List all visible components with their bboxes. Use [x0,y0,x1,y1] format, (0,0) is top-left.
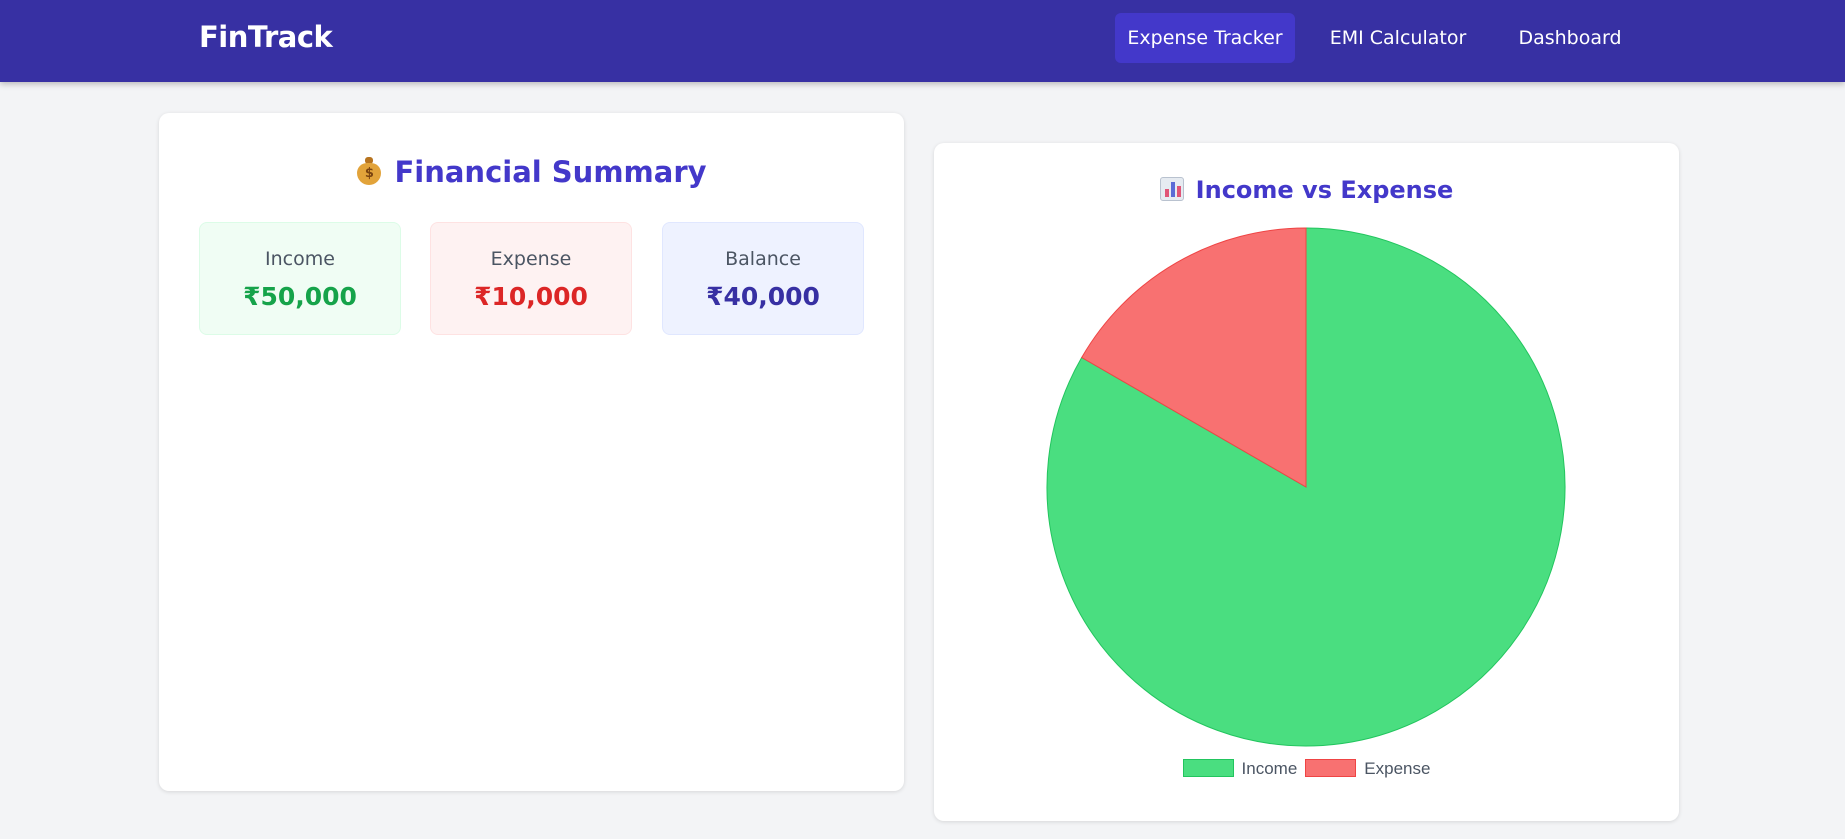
legend-label-expense: Expense [1364,759,1431,778]
financial-summary-card: $ Financial Summary Income ₹50,000 Expen… [159,113,904,791]
expense-stat-label: Expense [490,248,572,270]
legend-swatch-income [1182,759,1234,777]
income-stat-card: Income ₹50,000 [199,222,401,335]
financial-summary-heading: $ Financial Summary [159,155,904,189]
legend-item-expense[interactable]: Expense [1305,759,1430,779]
nav-link-dashboard[interactable]: Dashboard [1507,13,1633,63]
nav-link-expense-tracker[interactable]: Expense Tracker [1115,13,1295,63]
bar-chart-icon [1159,177,1184,201]
expense-stat-card: Expense ₹10,000 [430,222,632,335]
money-bag-icon: $ [356,157,382,185]
chart-title: Income vs Expense [1195,176,1454,204]
brand-logo[interactable]: FinTrack [199,20,333,54]
income-expense-pie-chart[interactable] [1045,226,1567,748]
balance-stat-card: Balance ₹40,000 [662,222,864,335]
income-vs-expense-card: Income vs Expense Income Expense [934,143,1679,821]
legend-label-income: Income [1241,759,1298,778]
top-navbar: FinTrack Expense Tracker EMI Calculator … [0,0,1845,82]
balance-stat-label: Balance [725,248,801,270]
nav-link-emi-calculator[interactable]: EMI Calculator [1317,13,1479,63]
legend-item-income[interactable]: Income [1182,759,1298,779]
income-stat-value: ₹50,000 [243,282,357,311]
balance-stat-value: ₹40,000 [706,282,820,311]
legend-swatch-expense [1305,759,1357,777]
income-stat-label: Income [265,248,335,270]
chart-legend: Income Expense [934,759,1679,783]
financial-summary-title: Financial Summary [394,155,707,189]
expense-stat-value: ₹10,000 [474,282,588,311]
chart-heading: Income vs Expense [934,176,1679,204]
